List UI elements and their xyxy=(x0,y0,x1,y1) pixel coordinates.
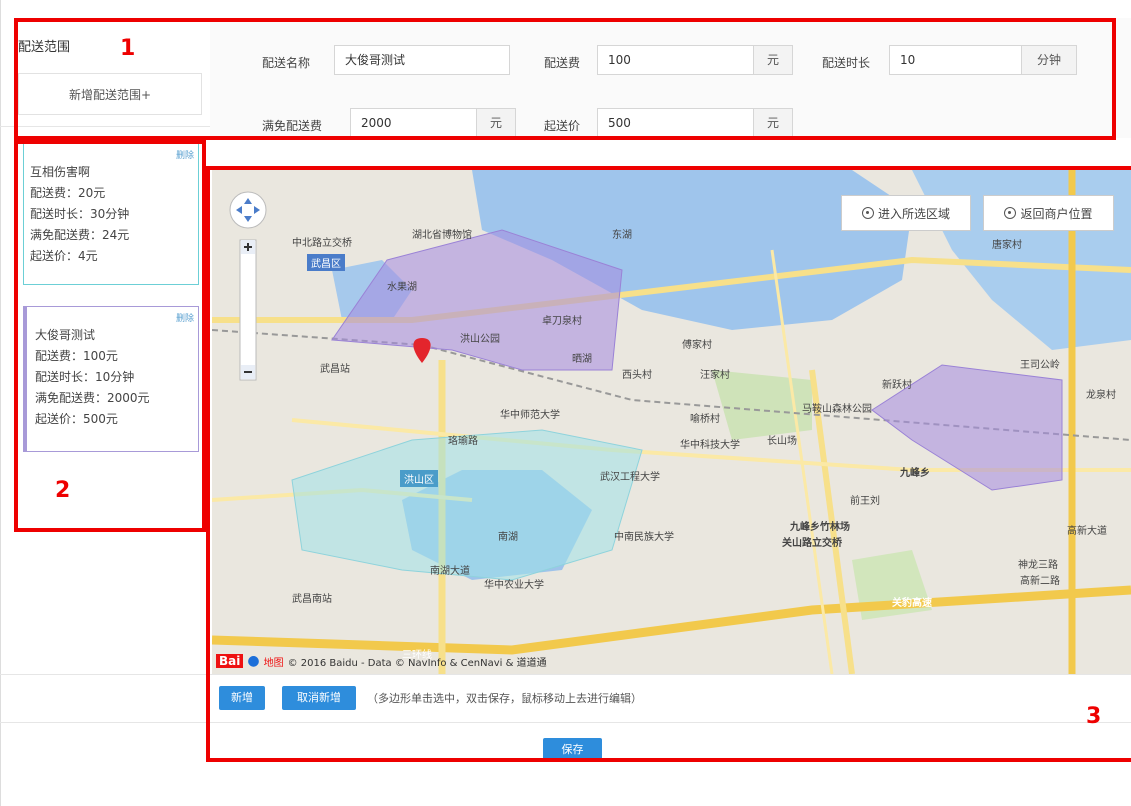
annotation-box-3 xyxy=(206,166,1131,762)
annotation-number-3: 3 xyxy=(1086,704,1102,729)
annotation-number-1: 1 xyxy=(120,36,136,61)
annotation-number-2: 2 xyxy=(55,478,71,503)
annotation-box-2 xyxy=(14,140,206,532)
annotation-box-1 xyxy=(14,18,1116,140)
